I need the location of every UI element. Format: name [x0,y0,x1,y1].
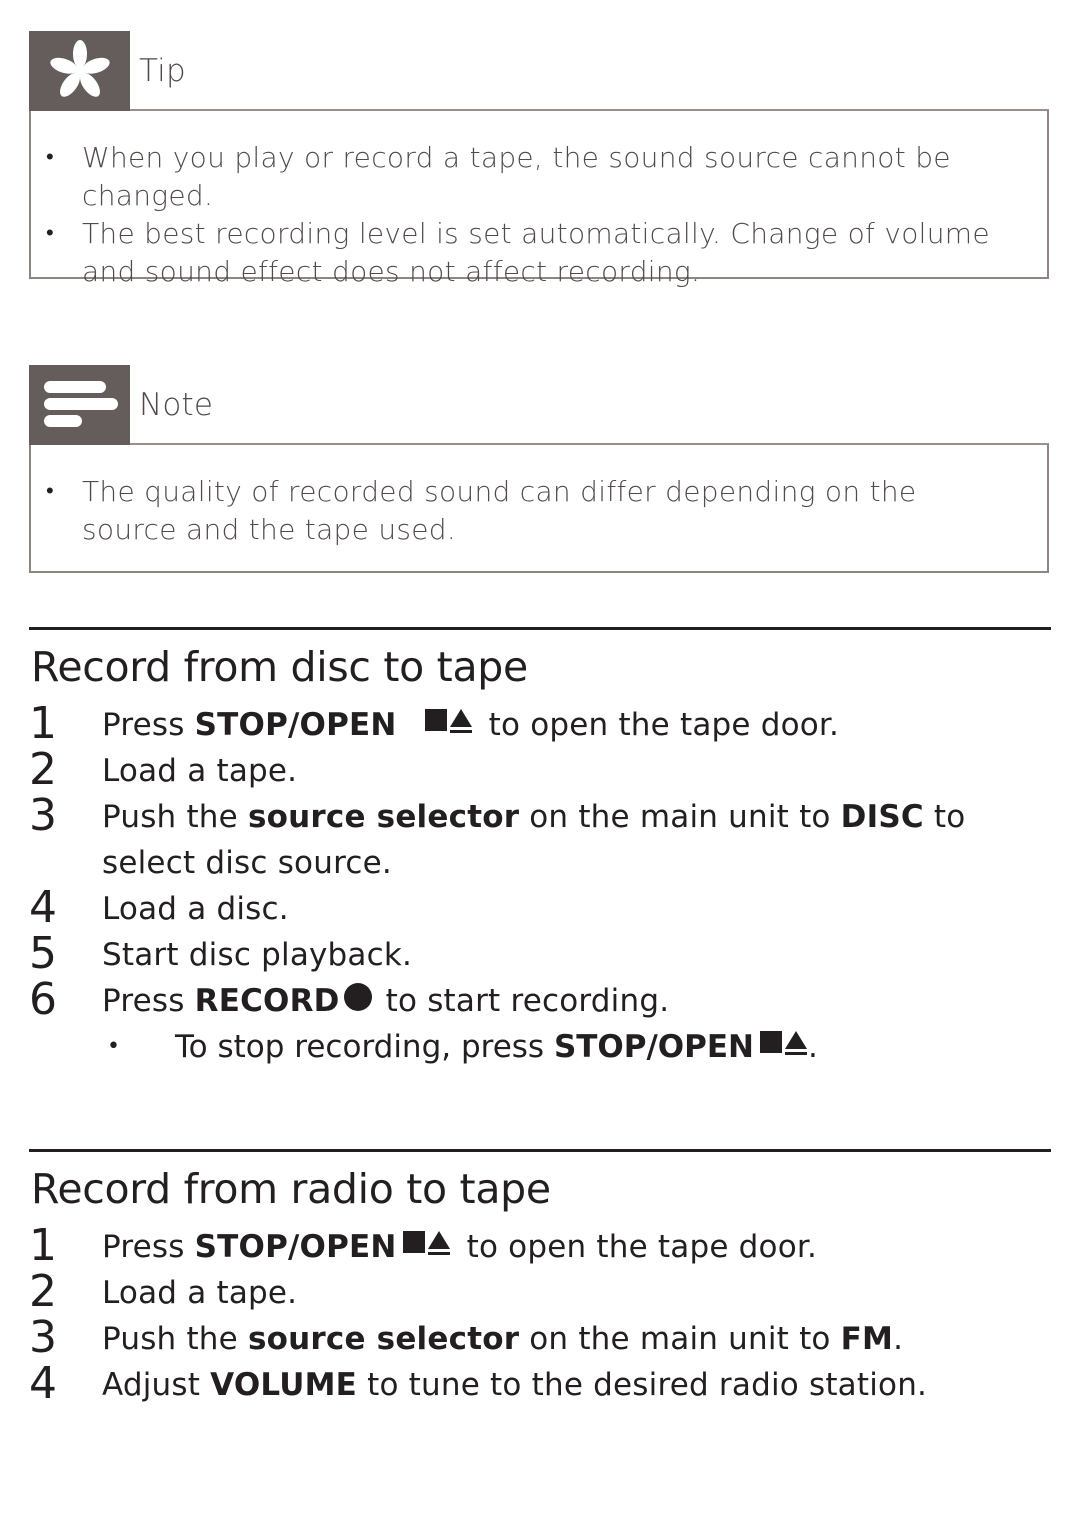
button-name: STOP/OPEN [553,1029,754,1065]
bullet-icon: • [46,479,55,504]
note-body: • The quality of recorded sound can diffe… [29,445,1049,573]
step-2: 2 Load a tape. [29,1266,298,1317]
tip-list: • When you play or record a tape, the sou… [41,139,1007,291]
step-3: 3 Push the source selector on the main u… [29,1312,904,1363]
step-number: 1 [29,1220,58,1271]
steps-list: 1 Press STOP/OPEN to open the tape door.… [29,1220,1051,1409]
stop-icon [402,1231,425,1253]
tip-label: Tip [139,53,186,89]
button-name: STOP/OPEN [194,1229,397,1265]
eject-icon [449,709,472,733]
tip-body: • When you play or record a tape, the sou… [29,111,1049,288]
control-name: VOLUME [210,1367,358,1403]
section-title: Record from disc to tape [31,643,528,691]
step-4: 4 Adjust VOLUME to tune to the desired r… [29,1358,928,1409]
step-2: 2 Load a tape. [29,744,298,795]
record-icon [343,983,372,1011]
stop-icon [424,709,447,731]
step-number: 1 [29,698,58,749]
note-header-rule [130,443,1049,445]
bullet-icon: • [107,1034,120,1059]
radio-to-tape-section: Record from radio to tape 1 Press STOP/O… [29,1149,1051,1409]
note-header: Note [29,365,1049,445]
control-name: source selector [247,1321,520,1357]
tip-callout: Tip • When you play or record a tape, the… [29,31,1049,288]
bullet-icon: • [46,221,55,246]
step-1: 1 Press STOP/OPEN to open the tape door. [29,1220,818,1271]
stop-icon [760,1031,782,1053]
section-rule [29,1149,1051,1152]
source-name: FM [840,1321,894,1357]
tip-item: • When you play or record a tape, the sou… [46,141,951,212]
note-label: Note [139,387,214,423]
tip-icon-box [29,31,130,111]
step-number: 6 [29,974,58,1025]
step-number: 5 [29,928,58,979]
button-name: RECORD [194,983,340,1019]
step-number: 2 [29,1266,58,1317]
section-rule [29,627,1051,630]
step-number: 4 [29,882,58,933]
steps-list: 1 Press STOP/OPEN to open the tape door.… [29,698,1051,1070]
step-number: 4 [29,1358,58,1409]
tip-item: • The best recording level is set automat… [46,217,990,288]
note-list: • The quality of recorded sound can diffe… [41,473,1007,549]
eject-icon [785,1031,807,1055]
eject-icon [427,1231,450,1255]
step-number: 3 [29,790,58,841]
note-callout: Note • The quality of recorded sound can … [29,365,1049,573]
disc-to-tape-section: Record from disc to tape 1 Press STOP/OP… [29,627,1051,1070]
step-1: 1 Press STOP/OPEN to open the tape door. [29,698,840,749]
source-name: DISC [840,799,924,835]
step-5: 5 Start disc playback. [29,928,413,979]
lines-icon [43,381,118,427]
tip-header-rule [130,109,1049,111]
step-6: 6 Press RECORD to start recording. [29,974,670,1025]
sub-step: • To stop recording, press STOP/OPEN. [29,1024,1051,1070]
note-item: • The quality of recorded sound can diffe… [46,475,917,546]
tip-header: Tip [29,31,1049,111]
section-title: Record from radio to tape [31,1165,551,1213]
asterisk-icon [49,40,110,97]
note-icon-box [29,365,130,445]
bullet-icon: • [46,145,55,170]
step-3: 3 Push the source selector on the main u… [29,790,966,882]
step-number: 3 [29,1312,58,1363]
control-name: source selector [247,799,520,835]
step-number: 2 [29,744,58,795]
button-name: STOP/OPEN [194,707,397,743]
step-4: 4 Load a disc. [29,882,289,933]
